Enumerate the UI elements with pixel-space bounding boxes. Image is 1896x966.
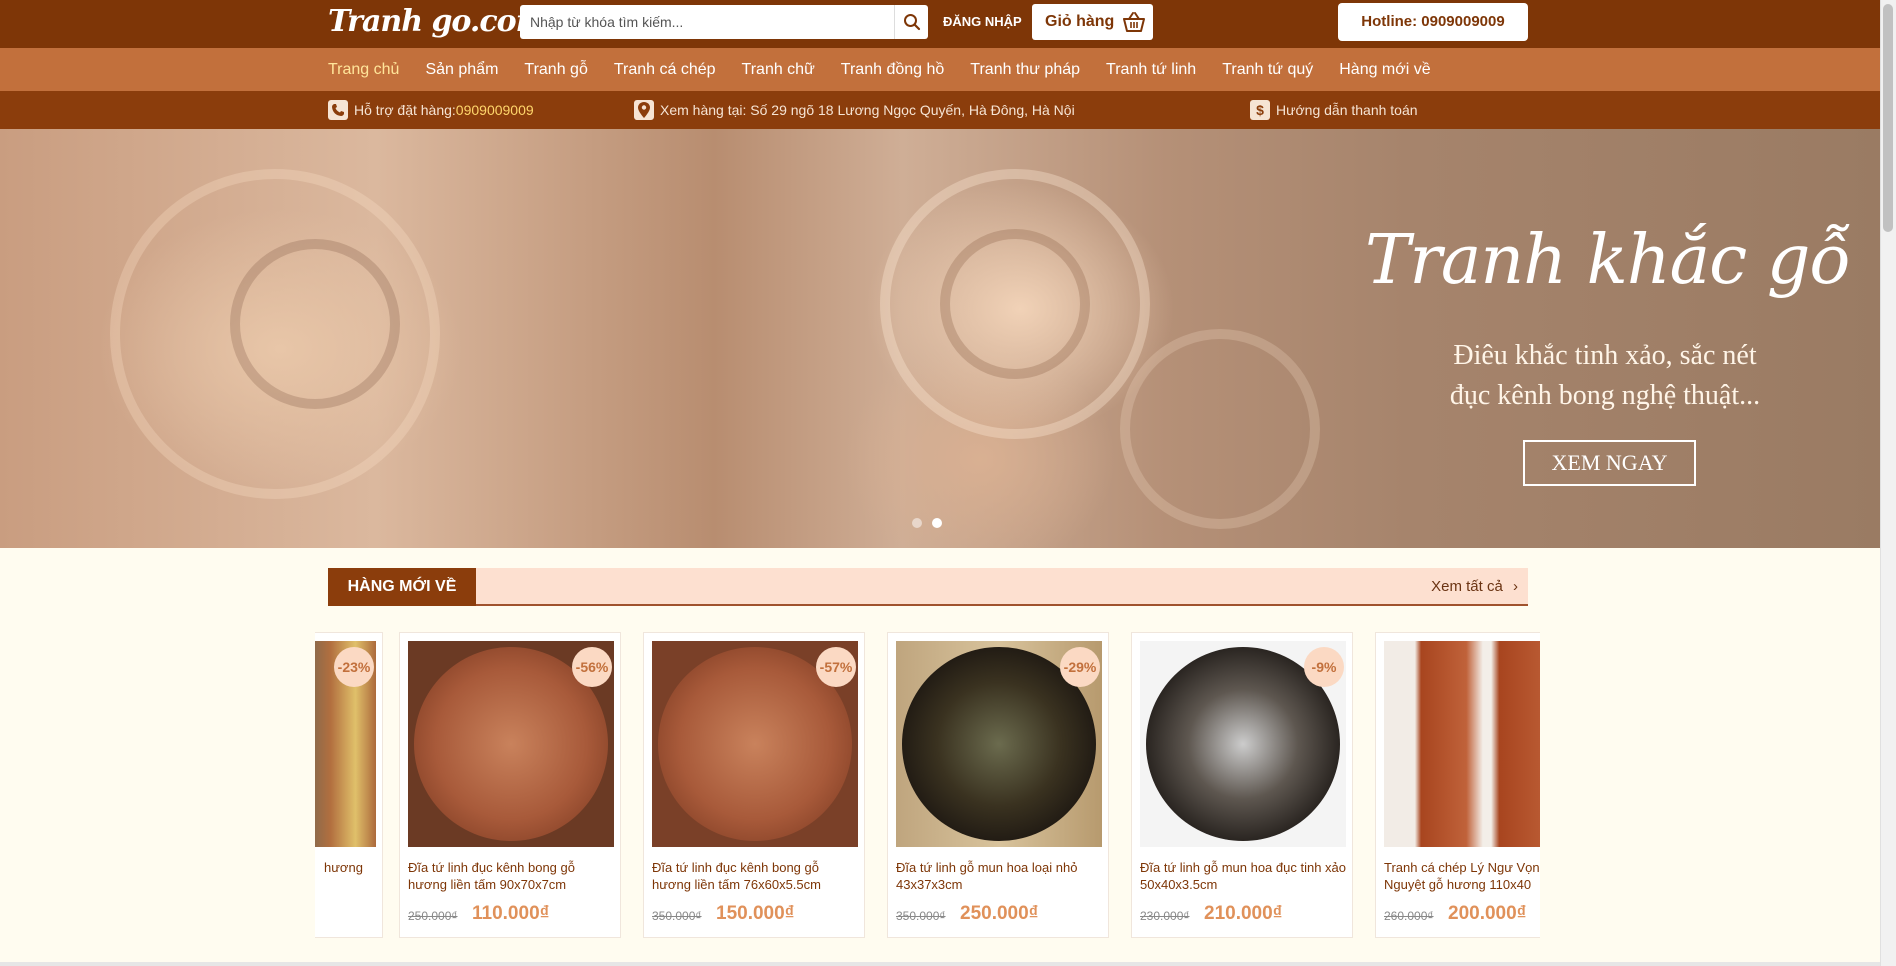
page: Tranh go.com.vn ĐĂNG NHẬP Giỏ hàng Hotli… [0,0,1896,966]
hotline-button[interactable]: Hotline: 0909009009 [1338,3,1528,41]
nav-item-wood-painting[interactable]: Tranh gỗ [524,48,587,91]
nav-item-tu-linh[interactable]: Tranh tứ linh [1106,48,1196,91]
chevron-right-icon: › [1513,578,1518,595]
discount-badge: -57% [816,647,856,687]
banner-title: Tranh khắc gỗ [1365,221,1851,300]
login-link[interactable]: ĐĂNG NHẬP [943,13,1022,31]
nav-item-word-painting[interactable]: Tranh chữ [742,48,815,91]
basket-icon [1123,12,1146,32]
section-header: HÀNG MỚI VỀ Xem tất cả › [328,568,1528,606]
product-name[interactable]: Tranh cá chép Lý Ngư Vọng Nguyệt gỗ hươn… [1384,859,1540,893]
view-all-link[interactable]: Xem tất cả › [1431,568,1518,606]
product-card[interactable]: Tranh cá chép Lý Ngư Vọng Nguyệt gỗ hươn… [1375,632,1540,938]
old-price: 350.000₫ [652,909,702,923]
product-card[interactable]: -9% Đĩa tứ linh gỗ mun hoa đục tinh xảo … [1131,632,1353,938]
nav-item-new-arrivals[interactable]: Hàng mới về [1339,48,1430,91]
product-photo [1384,641,1540,847]
scrollbar-thumb[interactable] [1883,4,1893,232]
view-all-label: Xem tất cả [1431,578,1503,595]
nav-item-tu-quy[interactable]: Tranh tứ quý [1222,48,1313,91]
old-price: 350.000₫ [896,909,946,923]
sale-price: 110.000₫ [472,903,550,924]
discount-badge: -9% [1304,647,1344,687]
cart-label: Giỏ hàng [1045,13,1115,30]
payment-guide[interactable]: $ Hướng dẫn thanh toán [1250,99,1418,121]
nav-item-home[interactable]: Trang chủ [328,48,399,91]
section-title: HÀNG MỚI VỀ [328,568,476,606]
product-name[interactable]: Đĩa tứ linh đục kênh bong gỗ hương liền … [408,859,614,893]
top-header: Tranh go.com.vn ĐĂNG NHẬP Giỏ hàng Hotli… [0,0,1880,48]
phone-icon [328,100,348,120]
view-now-button[interactable]: XEM NGAY [1523,440,1696,486]
old-price: 230.000₫ [1140,909,1190,923]
sale-price: 250.000₫ [960,903,1039,924]
search-box [520,5,928,39]
hero-banner[interactable]: Tranh khắc gỗ Điêu khắc tinh xảo, sắc né… [0,129,1880,548]
discount-badge: -29% [1060,647,1100,687]
old-price: 260.000₫ [1384,909,1434,923]
product-card[interactable]: -29% Đĩa tứ linh gỗ mun hoa loại nhỏ 43x… [887,632,1109,938]
slider-dots [912,518,942,528]
product-card[interactable]: -57% Đĩa tứ linh đục kênh bong gỗ hương … [643,632,865,938]
carving-swirl [940,229,1090,379]
search-icon [903,14,920,31]
dollar-icon: $ [1250,100,1270,120]
old-price: 250.000₫ [408,909,458,923]
carving-swirl [230,239,400,409]
main-nav: Trang chủ Sản phẩm Tranh gỗ Tranh cá ché… [0,48,1880,91]
support-info[interactable]: Hỗ trợ đặt hàng: 0909009009 [328,99,534,121]
location-pin-icon [634,100,654,120]
address-info[interactable]: Xem hàng tại: Số 29 ngõ 18 Lương Ngọc Qu… [634,99,1075,121]
product-card[interactable]: -23% hương [315,632,383,938]
payment-guide-text: Hướng dẫn thanh toán [1276,102,1418,118]
nav-item-carp-painting[interactable]: Tranh cá chép [614,48,716,91]
banner-subtitle-line1: Điêu khắc tinh xảo, sắc nét [1453,340,1757,371]
slider-dot-1[interactable] [912,518,922,528]
discount-badge: -56% [572,647,612,687]
page-bottom-edge [0,962,1880,966]
product-name[interactable]: Đĩa tứ linh gỗ mun hoa loại nhỏ 43x37x3c… [896,859,1102,893]
product-carousel: -23% hương -56% Đĩa tứ linh đục kênh bon… [315,630,1540,940]
nav-list: Trang chủ Sản phẩm Tranh gỗ Tranh cá ché… [328,48,1457,91]
banner-subtitle: Điêu khắc tinh xảo, sắc nét đục kênh bon… [1425,336,1785,416]
discount-badge: -23% [334,647,374,687]
support-phone[interactable]: 0909009009 [456,102,534,118]
product-image[interactable] [1384,641,1540,847]
search-button[interactable] [894,5,928,39]
product-name[interactable]: Đĩa tứ linh đục kênh bong gỗ hương liền … [652,859,858,893]
info-bar: Hỗ trợ đặt hàng: 0909009009 Xem hàng tại… [0,91,1880,129]
nav-item-clock-painting[interactable]: Tranh đồng hồ [841,48,944,91]
banner-subtitle-line2: đục kênh bong nghệ thuật... [1449,380,1761,411]
carving-swirl [1120,329,1320,529]
nav-item-products[interactable]: Sản phẩm [425,48,498,91]
product-name[interactable]: Đĩa tứ linh gỗ mun hoa đục tinh xảo 50x4… [1140,859,1346,893]
address-text: Xem hàng tại: Số 29 ngõ 18 Lương Ngọc Qu… [660,102,1075,118]
cart-button[interactable]: Giỏ hàng [1032,4,1153,40]
scrollbar[interactable] [1880,0,1896,966]
sale-price: 150.000₫ [716,903,795,924]
sale-price: 210.000₫ [1204,903,1283,924]
search-input[interactable] [520,5,894,39]
nav-item-calligraphy[interactable]: Tranh thư pháp [970,48,1080,91]
support-label: Hỗ trợ đặt hàng: [354,102,456,118]
slider-dot-2[interactable] [932,518,942,528]
sale-price: 200.000₫ [1448,903,1527,924]
product-card[interactable]: -56% Đĩa tứ linh đục kênh bong gỗ hương … [399,632,621,938]
